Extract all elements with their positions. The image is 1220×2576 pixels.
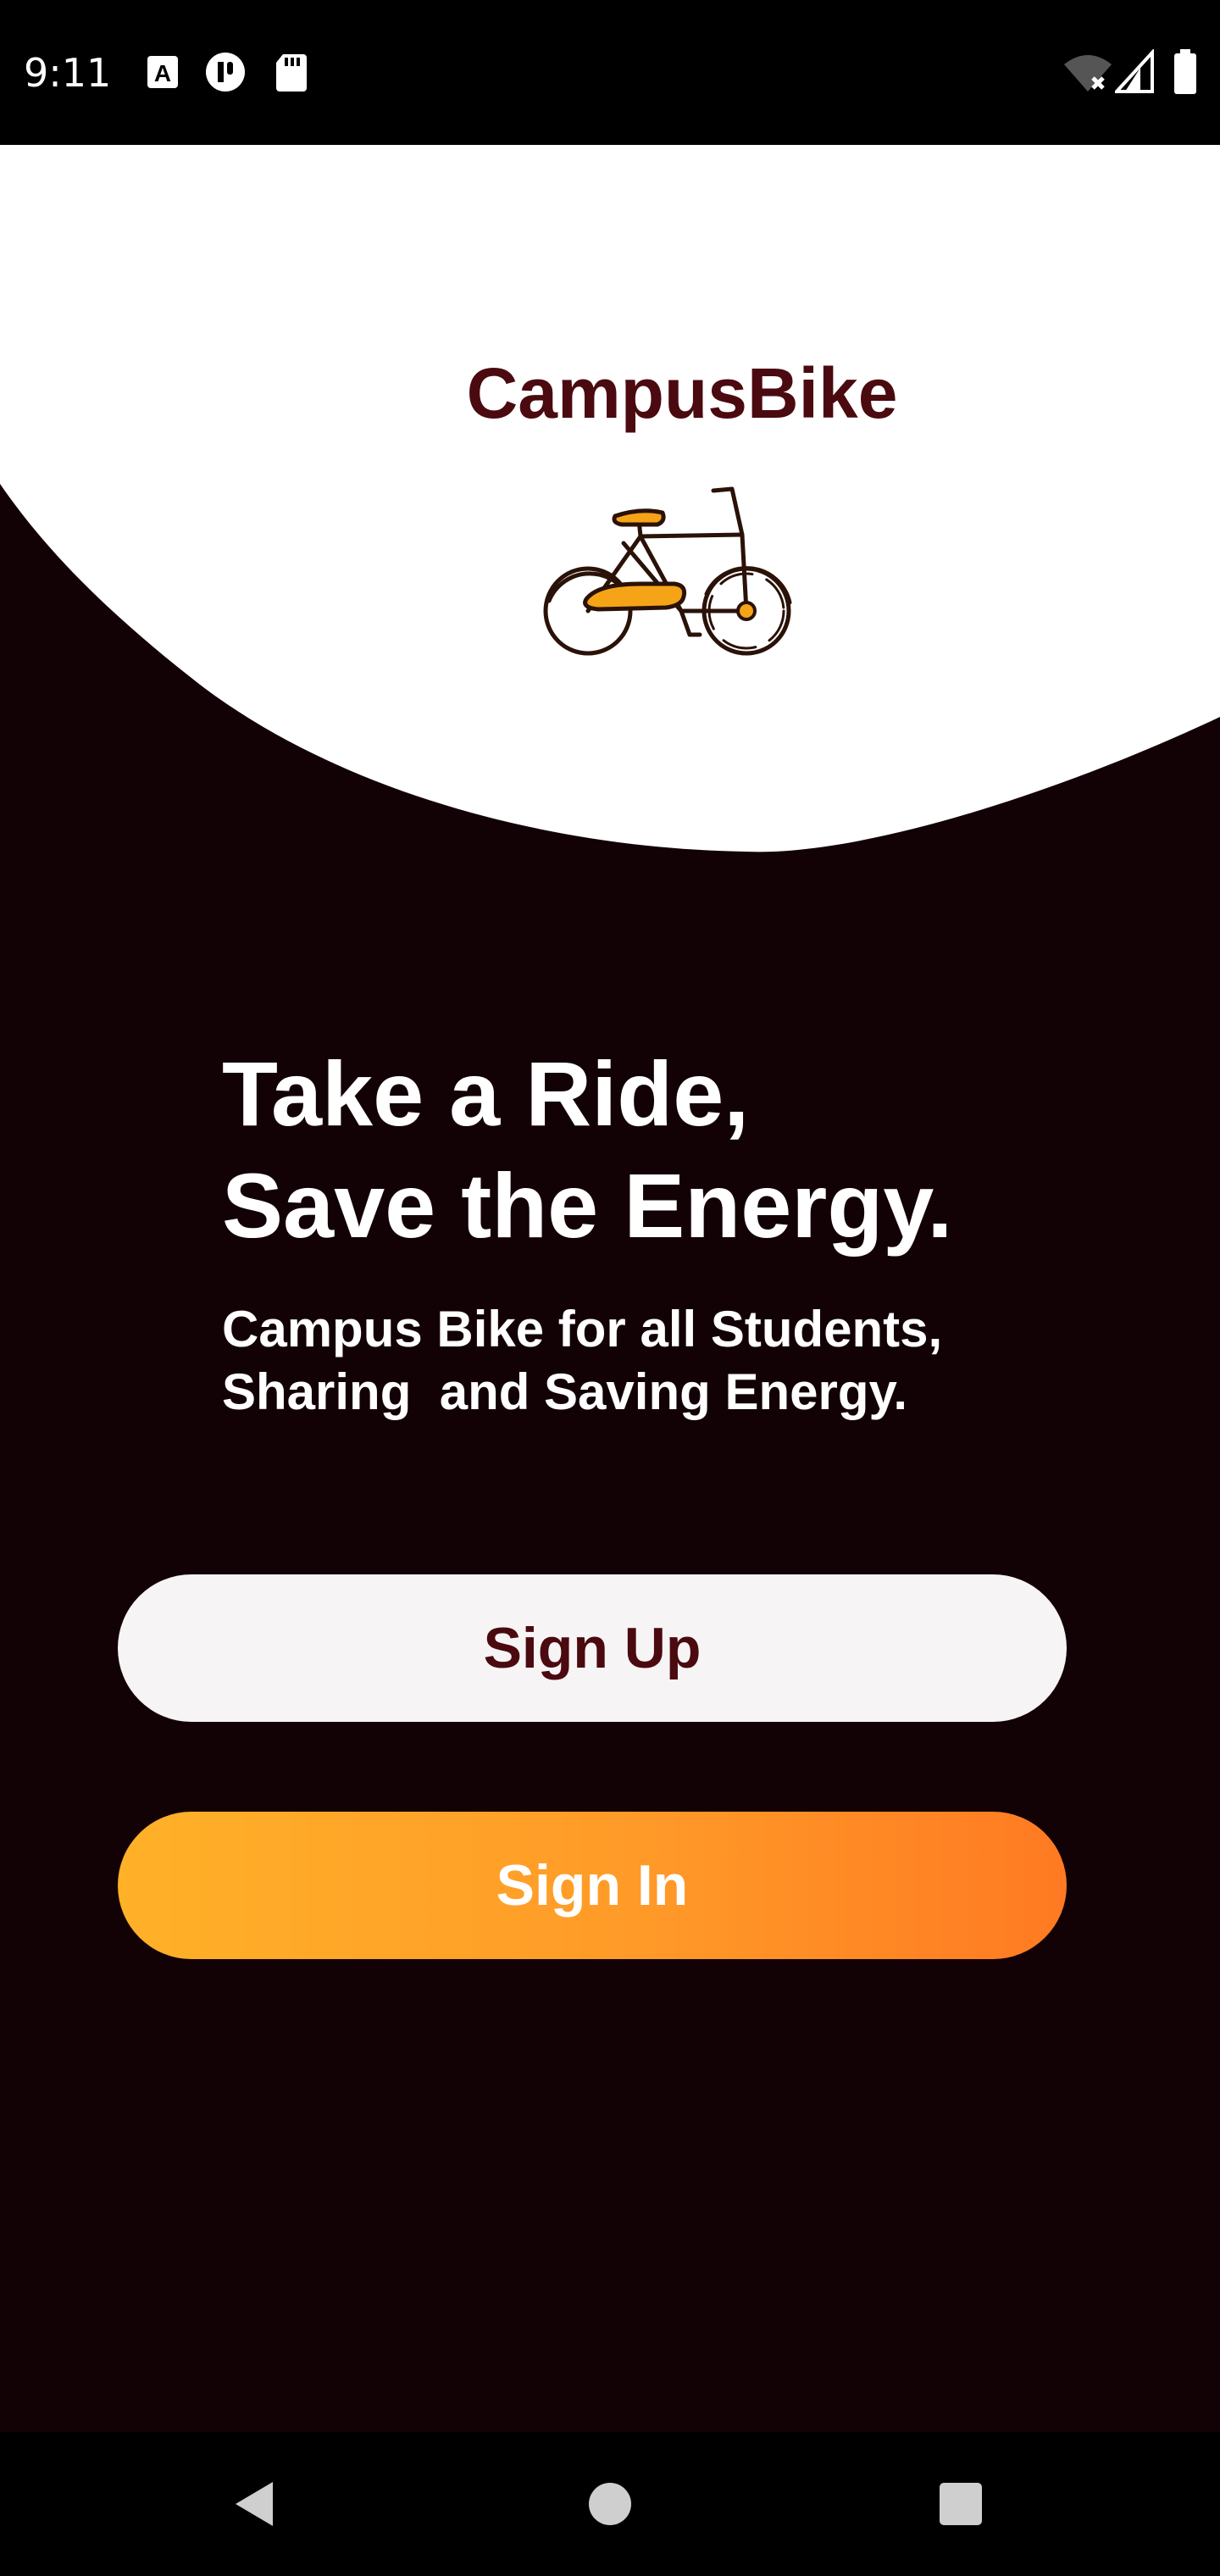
welcome-screen: 9:11 A CampusBike Take a Ride, Save the … [0, 0, 1220, 2576]
svg-text:A: A [154, 60, 171, 86]
headline-line-1: Take a Ride, [222, 1042, 750, 1145]
signal-icon [1112, 47, 1156, 95]
headline-line-2: Save the Energy. [222, 1154, 953, 1257]
headline: Take a Ride, Save the Energy. [222, 1038, 952, 1262]
status-time: 9:11 [24, 50, 112, 96]
sign-in-button[interactable]: Sign In [118, 1812, 1067, 1959]
sign-up-button[interactable]: Sign Up [118, 1574, 1067, 1722]
hero-header: CampusBike [0, 145, 1220, 865]
navigation-bar [0, 2432, 1220, 2576]
sign-up-label: Sign Up [483, 1616, 702, 1680]
app-title: CampusBike [466, 353, 898, 433]
sign-in-label: Sign In [496, 1853, 689, 1918]
bike-icon [539, 484, 801, 670]
home-icon[interactable] [525, 2432, 695, 2576]
recents-icon[interactable] [876, 2432, 1045, 2576]
a-icon: A [144, 51, 181, 93]
sd-card-icon [273, 51, 310, 93]
subheadline: Campus Bike for all Students, Sharing an… [222, 1301, 943, 1420]
battery-icon [1173, 49, 1198, 95]
wifi-off-icon [1062, 49, 1113, 95]
pause-icon [203, 51, 247, 93]
back-icon[interactable] [169, 2432, 339, 2576]
status-bar: 9:11 A [0, 0, 1220, 145]
